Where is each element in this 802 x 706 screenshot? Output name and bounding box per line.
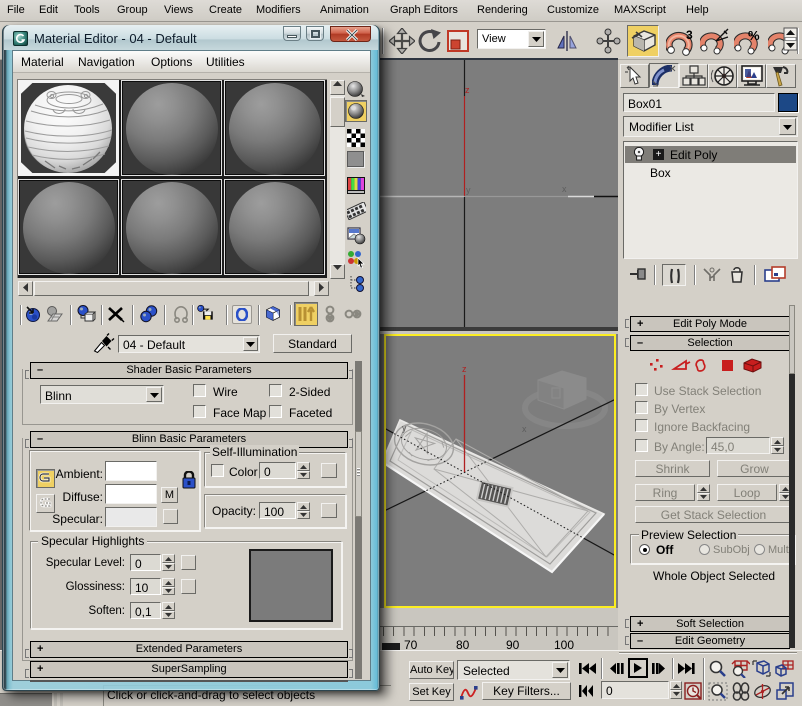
svg-text:z: z — [462, 364, 467, 374]
svg-text:%: % — [748, 28, 760, 43]
svg-text:z: z — [465, 85, 470, 95]
svg-text:x: x — [562, 184, 567, 194]
svg-text:y: y — [402, 423, 407, 433]
svg-text:y: y — [466, 185, 471, 195]
svg-text:x: x — [522, 424, 527, 434]
svg-text:3: 3 — [686, 28, 693, 42]
